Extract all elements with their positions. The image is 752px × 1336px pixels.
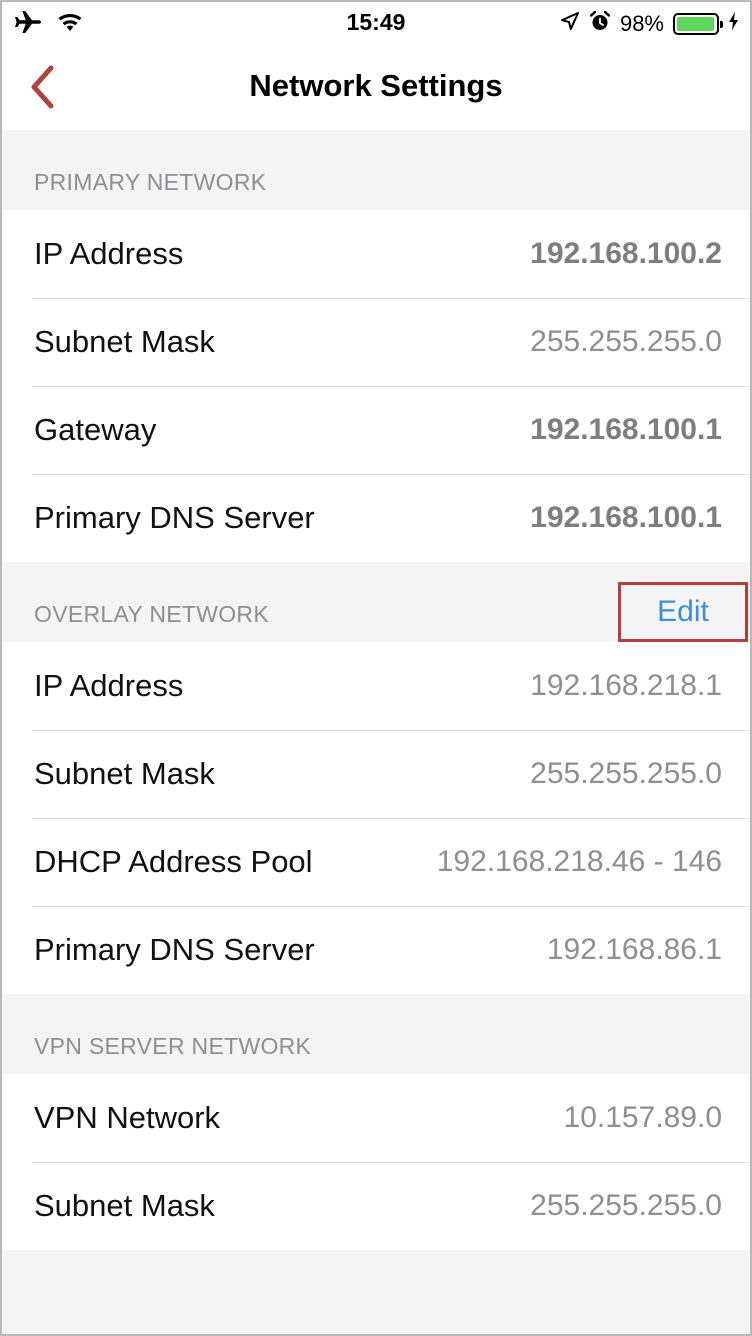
row-value: 192.168.218.1 [530,669,722,702]
section-label-overlay: OVERLAY NETWORK [34,601,269,627]
row-value: 192.168.100.1 [530,501,722,534]
screen: 15:49 98% Network Settings PRIMARY NETWO… [0,0,752,1336]
section-header-overlay: OVERLAY NETWORK Edit [2,562,750,642]
edit-button[interactable]: Edit [618,582,748,642]
row-label: Primary DNS Server [34,932,315,967]
alarm-icon [589,10,611,37]
row-label: Primary DNS Server [34,500,315,535]
row-label: Subnet Mask [34,1188,215,1223]
row-primary-dns: Primary DNS Server 192.168.100.1 [2,474,750,562]
row-primary-ip: IP Address 192.168.100.2 [2,210,750,298]
row-overlay-subnet: Subnet Mask 255.255.255.0 [2,730,750,818]
row-value: 192.168.100.2 [530,237,722,270]
row-vpn-network: VPN Network 10.157.89.0 [2,1074,750,1162]
vpn-network-group: VPN Network 10.157.89.0 Subnet Mask 255.… [2,1074,750,1250]
status-right: 98% [560,10,740,37]
row-label: DHCP Address Pool [34,844,313,879]
row-primary-subnet: Subnet Mask 255.255.255.0 [2,298,750,386]
row-primary-gateway: Gateway 192.168.100.1 [2,386,750,474]
row-overlay-dns: Primary DNS Server 192.168.86.1 [2,906,750,994]
page-title: Network Settings [249,68,503,103]
charging-icon [728,11,740,36]
location-icon [560,11,580,36]
row-label: VPN Network [34,1100,221,1135]
battery-fill [677,16,715,31]
row-label: Subnet Mask [34,324,215,359]
overlay-network-group: IP Address 192.168.218.1 Subnet Mask 255… [2,642,750,994]
row-overlay-ip: IP Address 192.168.218.1 [2,642,750,730]
row-value: 192.168.218.46 - 146 [436,845,722,878]
status-bar: 15:49 98% [2,2,750,44]
section-header-primary: PRIMARY NETWORK [2,130,750,210]
battery-tip [720,20,723,28]
row-value: 255.255.255.0 [530,757,722,790]
battery-icon [673,12,723,35]
row-vpn-subnet: Subnet Mask 255.255.255.0 [2,1162,750,1250]
battery-percent: 98% [619,10,664,36]
row-value: 255.255.255.0 [530,325,722,358]
section-label-primary: PRIMARY NETWORK [34,169,267,195]
row-value: 192.168.100.1 [530,413,722,446]
row-value: 255.255.255.0 [530,1189,722,1222]
row-label: Gateway [34,412,157,447]
row-overlay-dhcp-pool: DHCP Address Pool 192.168.218.46 - 146 [2,818,750,906]
section-label-vpn: VPN SERVER NETWORK [34,1033,312,1059]
row-value: 10.157.89.0 [563,1101,722,1134]
primary-network-group: IP Address 192.168.100.2 Subnet Mask 255… [2,210,750,562]
navigation-bar: Network Settings [2,44,750,130]
row-value: 192.168.86.1 [546,933,722,966]
row-label: IP Address [34,668,184,703]
row-label: IP Address [34,236,184,271]
section-header-vpn: VPN SERVER NETWORK [2,994,750,1074]
row-label: Subnet Mask [34,756,215,791]
